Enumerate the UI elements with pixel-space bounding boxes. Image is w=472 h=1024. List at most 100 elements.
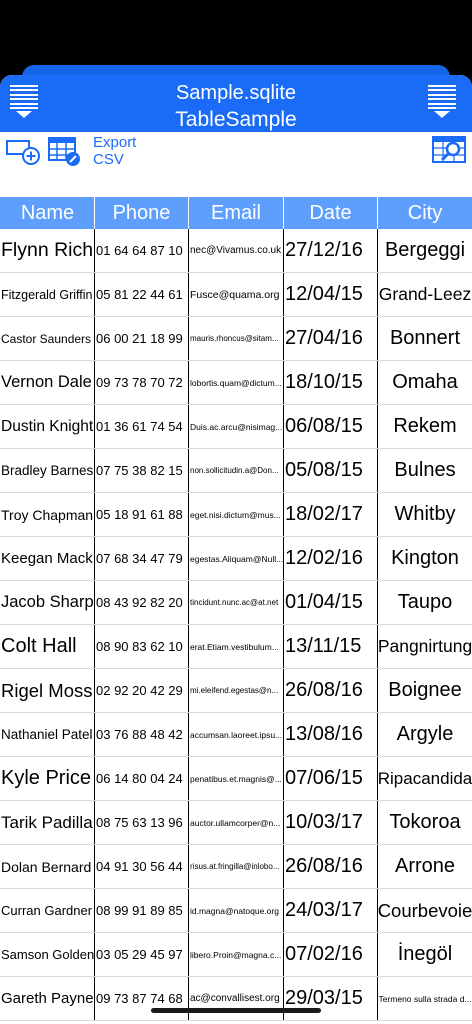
cell-city: Tokoroa <box>389 811 461 833</box>
cell-phone: 06 00 21 18 99 <box>95 317 189 360</box>
cell-email: mi.eleifend.egestas@n... <box>189 669 284 712</box>
cell-date: 05/08/15 <box>284 449 378 492</box>
cell-email: risus.at.fringilla@inlobo... <box>189 845 284 888</box>
cell-phone: 08 99 91 89 85 <box>95 889 189 932</box>
cell-name: Bradley Barnes <box>0 449 95 492</box>
column-header-date[interactable]: Date <box>284 197 378 229</box>
cell-city: Grand-Leez <box>378 284 472 304</box>
home-indicator <box>151 1008 321 1013</box>
cell-city: İnegöl <box>397 943 453 965</box>
cell-city: Courbevoie <box>378 899 472 921</box>
table-row[interactable]: Jacob Sharp 08 43 92 82 20 tincidunt.nunc.… <box>0 581 472 625</box>
cell-date: 13/08/16 <box>284 713 378 756</box>
cell-date: 18/02/17 <box>284 493 378 536</box>
table-row[interactable]: Flynn Rich 01 64 64 87 10 nec@Vivamus.co.u… <box>0 229 472 273</box>
cell-name: Rigel Moss <box>0 669 95 712</box>
cell-city: Ripacandida <box>378 768 472 788</box>
cell-email: libero.Proin@magna.c... <box>189 933 284 976</box>
table-row[interactable]: Gareth Payne 09 73 87 74 68 ac@convallises… <box>0 977 472 1021</box>
cell-date: 29/03/15 <box>284 977 378 1020</box>
cell-date: 07/06/15 <box>284 757 378 800</box>
cell-phone: 07 68 34 47 79 <box>95 537 189 580</box>
cell-phone: 08 75 63 13 96 <box>95 801 189 844</box>
table-row[interactable]: Colt Hall 08 90 83 62 10 erat.Etiam.vestib… <box>0 625 472 669</box>
menu-icon <box>428 85 456 119</box>
toolbar: Export CSV <box>0 132 472 197</box>
cell-name: Dolan Bernard <box>0 845 95 888</box>
table-row[interactable]: Fitzgerald Griffin 05 81 22 44 61 Fusce@qu… <box>0 273 472 317</box>
cell-city: Termeno sulla strada d... <box>378 993 472 1004</box>
cell-name: Tarik Padilla <box>0 801 95 844</box>
search-table-button[interactable] <box>432 136 466 169</box>
cell-email: penatibus.et.magnis@... <box>189 757 284 800</box>
cell-city: Rekem <box>393 415 457 437</box>
cell-email: id.magna@natoque.org <box>189 889 284 932</box>
cell-name: Fitzgerald Griffin <box>0 273 95 316</box>
export-csv-button[interactable]: Export CSV <box>93 134 136 168</box>
cell-name: Castor Saunders <box>0 317 95 360</box>
navigation-header: Sample.sqlite TableSample <box>0 75 472 132</box>
cell-phone: 08 90 83 62 10 <box>95 625 189 668</box>
cell-city: Pangnirtung <box>378 636 472 656</box>
cell-date: 07/02/16 <box>284 933 378 976</box>
table-row[interactable]: Troy Chapman 05 18 91 61 88 eget.nisi.dict… <box>0 493 472 537</box>
cell-phone: 09 73 78 70 72 <box>95 361 189 404</box>
cell-name: Kyle Price <box>0 757 95 800</box>
cell-phone: 07 75 38 82 15 <box>95 449 189 492</box>
cell-email: non.sollicitudin.a@Don... <box>189 449 284 492</box>
cell-email: egestas.Aliquam@Null... <box>189 537 284 580</box>
cell-email: erat.Etiam.vestibulum... <box>189 625 284 668</box>
cell-phone: 05 18 91 61 88 <box>95 493 189 536</box>
cell-city: Whitby <box>394 503 456 525</box>
cell-date: 26/08/16 <box>284 845 378 888</box>
cell-phone: 03 76 88 48 42 <box>95 713 189 756</box>
cell-city: Argyle <box>396 723 454 745</box>
cell-phone: 01 36 61 74 54 <box>95 405 189 448</box>
table-row[interactable]: Kyle Price 06 14 80 04 24 penatibus.et.mag… <box>0 757 472 801</box>
column-header-email[interactable]: Email <box>189 197 284 229</box>
cell-name: Colt Hall <box>0 625 95 668</box>
cell-date: 18/10/15 <box>284 361 378 404</box>
cell-phone: 06 14 80 04 24 <box>95 757 189 800</box>
table-row[interactable]: Nathaniel Patel 03 76 88 48 42 accumsan.la… <box>0 713 472 757</box>
add-record-button[interactable] <box>6 138 40 171</box>
cell-phone: 04 91 30 56 44 <box>95 845 189 888</box>
cell-date: 01/04/15 <box>284 581 378 624</box>
table-body: Flynn Rich 01 64 64 87 10 nec@Vivamus.co.u… <box>0 229 472 1021</box>
cell-phone: 09 73 87 74 68 <box>95 977 189 1020</box>
cell-name: Samson Golden <box>0 933 95 976</box>
edit-table-icon <box>48 137 80 166</box>
table-row[interactable]: Samson Golden 03 05 29 45 97 libero.Proin@… <box>0 933 472 977</box>
right-menu-button[interactable] <box>428 85 458 125</box>
column-header-phone[interactable]: Phone <box>95 197 189 229</box>
column-header-name[interactable]: Name <box>0 197 95 229</box>
table-row[interactable]: Tarik Padilla 08 75 63 13 96 auctor.ullamc… <box>0 801 472 845</box>
cell-date: 12/04/15 <box>284 273 378 316</box>
export-label: Export <box>93 134 137 151</box>
column-header-city[interactable]: City <box>378 197 472 229</box>
table-row[interactable]: Keegan Mack 07 68 34 47 79 egestas.Aliquam… <box>0 537 472 581</box>
table-row[interactable]: Dolan Bernard 04 91 30 56 44 risus.at.frin… <box>0 845 472 889</box>
cell-email: ac@convallisest.org <box>189 977 284 1020</box>
cell-name: Troy Chapman <box>0 493 95 536</box>
cell-city: Bergeggi <box>384 239 466 261</box>
cell-email: Duis.ac.arcu@nisimag... <box>189 405 284 448</box>
cell-email: lobortis.quam@dictum... <box>189 361 284 404</box>
cell-date: 26/08/16 <box>284 669 378 712</box>
table-row[interactable]: Curran Gardner 08 99 91 89 85 id.magna@nat… <box>0 889 472 933</box>
table-row[interactable]: Castor Saunders 06 00 21 18 99 mauris.rhon… <box>0 317 472 361</box>
table-row[interactable]: Bradley Barnes 07 75 38 82 15 non.sollicit… <box>0 449 472 493</box>
cell-phone: 01 64 64 87 10 <box>95 229 189 272</box>
table-row[interactable]: Vernon Dale 09 73 78 70 72 lobortis.quam@d… <box>0 361 472 405</box>
cell-email: mauris.rhoncus@sitam... <box>189 317 284 360</box>
cell-date: 27/12/16 <box>284 229 378 272</box>
table-row[interactable]: Rigel Moss 02 92 20 42 29 mi.eleifend.eges… <box>0 669 472 713</box>
cell-date: 13/11/15 <box>284 625 378 668</box>
cell-name: Curran Gardner <box>0 889 95 932</box>
table-row[interactable]: Dustin Knight 01 36 61 74 54 Duis.ac.arcu@… <box>0 405 472 449</box>
cell-name: Dustin Knight <box>0 405 95 448</box>
cell-phone: 08 43 92 82 20 <box>95 581 189 624</box>
cell-name: Keegan Mack <box>0 537 95 580</box>
cell-email: nec@Vivamus.co.uk <box>189 229 284 272</box>
edit-table-button[interactable] <box>48 136 82 173</box>
